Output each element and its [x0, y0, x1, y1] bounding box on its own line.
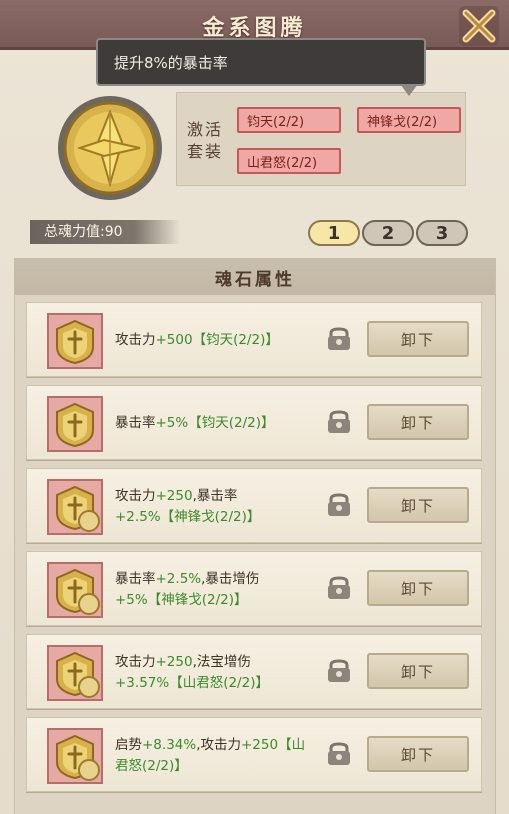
soul-stone-icon[interactable]: [47, 562, 103, 618]
set-bonus-panel: 激活 套装 钧天(2/2) 神锋戈(2/2) 山君怒(2/2): [176, 92, 466, 186]
tooltip-text: 提升8%的暴击率: [114, 54, 228, 72]
attribute-text: 攻击力+250,暴击率 +2.5%【神锋戈(2/2)】: [115, 486, 315, 528]
set-bonus-tooltip: 提升8%的暴击率: [96, 38, 426, 96]
lock-icon[interactable]: [325, 410, 353, 434]
page-button-3[interactable]: 3: [416, 220, 468, 246]
soul-stone-icon[interactable]: [47, 479, 103, 535]
attribute-line1-g: +250: [155, 654, 193, 670]
attribute-line1-b: ,法宝增伤: [192, 654, 251, 670]
set-label-line2: 套装: [187, 142, 224, 161]
attribute-line1-g: +5%【钧天(2/2)】: [155, 415, 275, 431]
soul-stone-icon[interactable]: [47, 645, 103, 701]
set-label-line1: 激活: [187, 120, 224, 139]
attribute-line1-b: ,暴击率: [192, 488, 238, 504]
tooltip-arrow: [400, 84, 418, 96]
attribute-line1-a: 暴击率: [115, 571, 156, 587]
set-bonus-label: 激活 套装: [187, 119, 223, 163]
attribute-row: 攻击力+250,暴击率 +2.5%【神锋戈(2/2)】 卸下: [26, 468, 482, 543]
attribute-line1-g: +8.34%: [142, 737, 197, 753]
attribute-line1-a: 攻击力: [115, 332, 156, 348]
section-title: 魂石属性: [215, 270, 295, 290]
attribute-line2-g: +2.5%【神锋戈(2/2)】: [115, 509, 261, 525]
set-tag-juntian[interactable]: 钧天(2/2): [237, 107, 341, 133]
close-icon: [459, 6, 499, 46]
unload-button[interactable]: 卸下: [367, 653, 469, 689]
attribute-text: 攻击力+250,法宝增伤 +3.57%【山君怒(2/2)】: [115, 652, 315, 694]
attribute-line1-g: +2.5%: [155, 571, 202, 587]
attribute-row: 暴击率+2.5%,暴击增伤 +5%【神锋戈(2/2)】 卸下: [26, 551, 482, 626]
attribute-text: 攻击力+500【钧天(2/2)】: [115, 330, 315, 351]
attribute-row: 启势+8.34%,攻击力+250【山君怒(2/2)】 卸下: [26, 717, 482, 792]
attribute-row: 暴击率+5%【钧天(2/2)】 卸下: [26, 385, 482, 460]
soul-stone-icon[interactable]: [47, 396, 103, 452]
total-soul-power: 总魂力值:90: [30, 220, 180, 244]
set-tag-shanjunnu[interactable]: 山君怒(2/2): [237, 148, 341, 174]
page-button-2[interactable]: 2: [362, 220, 414, 246]
attribute-text: 启势+8.34%,攻击力+250【山君怒(2/2)】: [115, 735, 315, 777]
attribute-line1-a: 攻击力: [115, 654, 156, 670]
lock-icon[interactable]: [325, 742, 353, 766]
lock-icon[interactable]: [325, 493, 353, 517]
attribute-line2-g: +3.57%【山君怒(2/2)】: [115, 675, 269, 691]
attribute-line1-g: +250: [155, 488, 193, 504]
attribute-line1-b: ,攻击力: [196, 737, 241, 753]
attribute-line2-g: +5%【神锋戈(2/2)】: [115, 592, 248, 608]
attribute-text: 暴击率+5%【钧天(2/2)】: [115, 413, 315, 434]
soul-stone-icon[interactable]: [47, 728, 103, 784]
attribute-line1-g: +500【钧天(2/2)】: [155, 332, 279, 348]
attribute-line1-a: 攻击力: [115, 488, 156, 504]
gold-totem-icon[interactable]: [54, 92, 166, 204]
unload-button[interactable]: 卸下: [367, 736, 469, 772]
lock-icon[interactable]: [325, 576, 353, 600]
lock-icon[interactable]: [325, 327, 353, 351]
attribute-line1-g2: +250【山: [241, 737, 306, 753]
attribute-line1-a: 启势: [115, 737, 142, 753]
soul-stone-icon[interactable]: [47, 313, 103, 369]
unload-button[interactable]: 卸下: [367, 570, 469, 606]
lock-icon[interactable]: [325, 659, 353, 683]
set-tag-shenfengge[interactable]: 神锋戈(2/2): [357, 107, 461, 133]
attribute-row: 攻击力+250,法宝增伤 +3.57%【山君怒(2/2)】 卸下: [26, 634, 482, 709]
unload-button[interactable]: 卸下: [367, 487, 469, 523]
attribute-line2-g: 君怒(2/2)】: [115, 758, 188, 774]
attribute-line1-a: 暴击率: [115, 415, 156, 431]
attribute-row: 攻击力+500【钧天(2/2)】 卸下: [26, 302, 482, 377]
totem-panel: 金系图腾 激活 套装 钧天(2/2) 神锋戈(2/2) 山君怒(2/2) 提升8…: [0, 0, 509, 814]
close-button[interactable]: [455, 2, 503, 50]
attribute-text: 暴击率+2.5%,暴击增伤 +5%【神锋戈(2/2)】: [115, 569, 315, 611]
unload-button[interactable]: 卸下: [367, 404, 469, 440]
section-header: 魂石属性: [15, 259, 495, 295]
page-button-1[interactable]: 1: [308, 220, 360, 246]
attribute-line1-b: ,暴击增伤: [201, 571, 260, 587]
unload-button[interactable]: 卸下: [367, 321, 469, 357]
